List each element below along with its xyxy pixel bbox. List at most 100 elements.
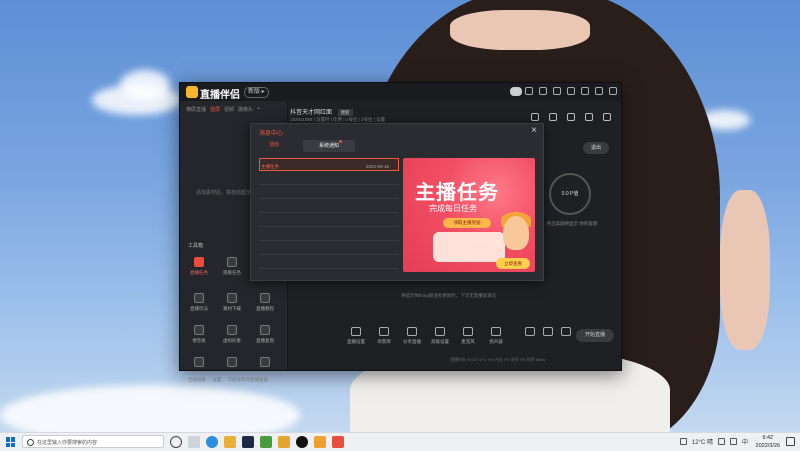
list-item[interactable]: [259, 199, 399, 213]
skin-icon[interactable]: [539, 87, 547, 95]
list-item[interactable]: [259, 171, 399, 185]
message-list: [259, 158, 399, 270]
tool-material-download[interactable]: 素材下载: [217, 293, 247, 317]
menu-icon[interactable]: [567, 87, 575, 95]
gamepad-icon[interactable]: [510, 87, 522, 96]
gift-icon[interactable]: [531, 113, 539, 121]
main-title: 抖音天才网红面 更新: [290, 107, 353, 116]
tool-avatar[interactable]: 虚拟形象: [217, 325, 247, 349]
taskbar: 在这里输入你要搜索的内容 12°C 晴 中 9:42 2022/3/26: [0, 432, 800, 451]
game-icon: [194, 293, 204, 303]
close-icon[interactable]: ×: [531, 125, 537, 136]
live-companion-taskbar-icon[interactable]: [314, 436, 326, 448]
download-icon: [260, 357, 270, 367]
add-scene-button[interactable]: +: [257, 106, 260, 113]
steam-icon[interactable]: [242, 436, 254, 448]
list-item[interactable]: [259, 227, 399, 241]
tab-video[interactable]: 视频: [224, 106, 234, 113]
search-icon: [27, 439, 34, 446]
tab-landscape[interactable]: 横屏直播: [186, 106, 206, 113]
input-method[interactable]: 中: [742, 437, 748, 446]
scene-library-button[interactable]: 场景库: [372, 327, 396, 345]
update-badge[interactable]: 更新: [337, 109, 353, 116]
edge-icon[interactable]: [206, 436, 218, 448]
tab-portrait[interactable]: 竖屏: [210, 106, 220, 113]
weather-icon[interactable]: [679, 438, 687, 445]
app-title: 直播伴侣: [200, 90, 240, 101]
minimize-icon[interactable]: [581, 87, 589, 95]
banner-tag: 领取主播奖励: [443, 218, 491, 228]
list-item[interactable]: [259, 213, 399, 227]
tutorial-icon: [260, 293, 270, 303]
app-icon[interactable]: [332, 436, 344, 448]
app-icon[interactable]: [260, 436, 272, 448]
share-live-button[interactable]: 分享直播: [400, 327, 424, 345]
app-icon[interactable]: [224, 436, 236, 448]
taskbar-search[interactable]: 在这里输入你要搜索的内容: [22, 435, 164, 448]
advanced-settings-button[interactable]: 高级设置: [428, 327, 452, 345]
cortana-icon[interactable]: [170, 436, 182, 448]
calendar-icon: [260, 325, 270, 335]
maximize-icon[interactable]: [595, 87, 603, 95]
settings-icon[interactable]: [567, 113, 575, 121]
app-icon[interactable]: [278, 436, 290, 448]
live-settings-button[interactable]: 直播设置: [344, 327, 368, 345]
tool-tutorial[interactable]: 直播教程: [250, 293, 280, 317]
tool-gameplay[interactable]: 直播玩法: [184, 293, 214, 317]
bell-icon[interactable]: [585, 113, 593, 121]
preview-note: 来提示你thing频道有更新时，下次无需重新填写: [401, 293, 497, 298]
notification-icon[interactable]: [786, 437, 795, 446]
speaker-button[interactable]: 扬声器: [484, 327, 508, 345]
microphone-button[interactable]: 麦克风: [456, 327, 480, 345]
message-center-dialog: 消息中心 × 活动 系统通知 主播任务 2022-03-16 主播任务 完成每日…: [250, 123, 544, 281]
tool-live-task[interactable]: 直播任务: [184, 257, 214, 281]
dialog-title: 消息中心: [259, 131, 284, 137]
list-item[interactable]: [259, 241, 399, 255]
version-badge[interactable]: 新版 ▸: [244, 87, 269, 98]
exit-button[interactable]: 退出: [583, 142, 609, 154]
settings-button[interactable]: [554, 327, 578, 336]
list-item-date: 2022-03-16: [366, 164, 390, 169]
gear-icon: [561, 327, 571, 336]
tool-watch-task[interactable]: 观看任务: [217, 257, 247, 281]
tab-camera[interactable]: 摄像头: [238, 106, 253, 113]
tab-system-notice[interactable]: 系统通知: [303, 140, 355, 152]
lock-icon[interactable]: [549, 113, 557, 121]
title-bar[interactable]: 直播伴侣 新版 ▸: [180, 83, 621, 101]
close-icon[interactable]: [609, 87, 617, 95]
task-icon: [194, 257, 204, 267]
weather-text[interactable]: 12°C 晴: [692, 437, 713, 446]
eye-icon: [543, 327, 553, 336]
share-icon[interactable]: [603, 113, 611, 121]
share-icon: [407, 327, 417, 336]
beauty-note: 开启美颜将显示 你的容颜: [546, 221, 598, 226]
tool-review[interactable]: 直播复盘: [250, 325, 280, 349]
tab-activity[interactable]: 活动: [269, 141, 279, 148]
list-item[interactable]: [259, 185, 399, 199]
task-view-icon[interactable]: [188, 436, 200, 448]
new-icon: [227, 357, 237, 367]
volume-icon[interactable]: [729, 438, 737, 445]
tools-heading: 工具箱: [188, 243, 204, 249]
status-bar: 直播时长 00:00 CPU 0% 内存 0% 丢帧 0% 码率 0kb/s: [450, 357, 546, 362]
tiktok-icon[interactable]: [296, 436, 308, 448]
network-icon[interactable]: [717, 438, 725, 445]
microphone-icon: [463, 327, 473, 336]
list-item[interactable]: [259, 255, 399, 269]
unread-dot: [339, 140, 342, 143]
mascot-character: [503, 216, 529, 250]
monitor-icon: [351, 327, 361, 336]
start-live-button[interactable]: 开始直播: [576, 329, 614, 342]
more-icon: [194, 357, 204, 367]
view-now-button[interactable]: 立即查看: [496, 258, 530, 269]
windows-start-icon[interactable]: [6, 437, 16, 447]
banner-decoration: [433, 232, 505, 262]
bottom-toolbar: 直播设置 场景库 分享直播 高级设置 麦克风 扬声器: [288, 323, 621, 353]
help-icon[interactable]: [553, 87, 561, 95]
anchor-task-banner[interactable]: 主播任务 完成每日任务 领取主播奖励 立即查看: [403, 158, 535, 272]
message-icon[interactable]: [525, 87, 533, 95]
sidebar-footer: 无线设备 ... 设置 ... 可能会影响直播画面: [188, 377, 269, 382]
user-icon: [227, 257, 237, 267]
tool-notes[interactable]: 便签板: [184, 325, 214, 349]
clock[interactable]: 9:42 2022/3/26: [756, 434, 780, 450]
